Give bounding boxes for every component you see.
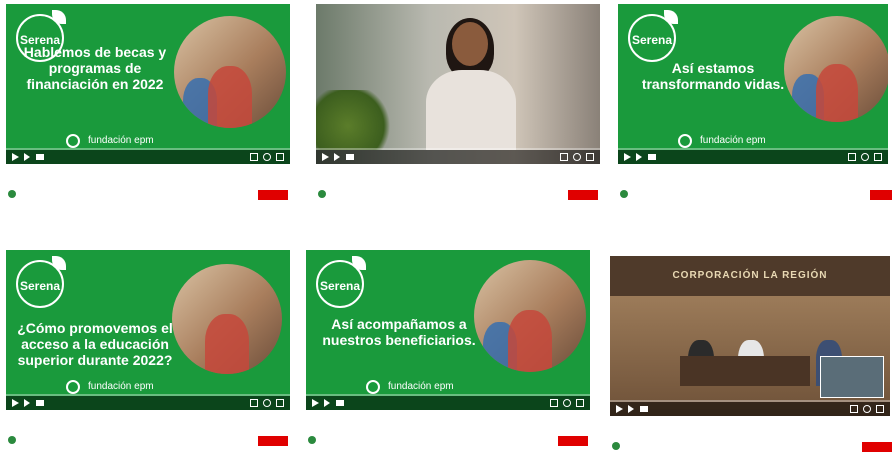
- player-controls: [306, 396, 590, 410]
- subscribe-button[interactable]: [258, 436, 288, 446]
- settings-icon[interactable]: [861, 153, 869, 161]
- subscribe-button[interactable]: [258, 190, 288, 200]
- next-icon[interactable]: [24, 399, 30, 407]
- serena-logo: Serena: [628, 10, 678, 62]
- video-card[interactable]: Serena Así acompañamos a nuestros benefi…: [306, 250, 590, 456]
- channel-avatar[interactable]: [8, 190, 16, 198]
- volume-icon[interactable]: [336, 400, 344, 406]
- volume-icon[interactable]: [36, 400, 44, 406]
- picture-in-picture: [820, 356, 884, 398]
- room-sign: CORPORACIÓN LA REGIÓN: [610, 256, 890, 296]
- next-icon[interactable]: [334, 153, 340, 161]
- video-headline: Así acompañamos a nuestros beneficiarios…: [322, 316, 476, 348]
- subscribe-button[interactable]: [558, 436, 588, 446]
- fullscreen-icon[interactable]: [874, 153, 882, 161]
- play-icon[interactable]: [12, 153, 19, 161]
- speaker-woman: [426, 18, 516, 150]
- video-thumbnail[interactable]: Serena Hablemos de becas y programas de …: [6, 4, 290, 164]
- channel-avatar[interactable]: [308, 436, 316, 444]
- circle-photo: [784, 16, 888, 122]
- fullscreen-icon[interactable]: [586, 153, 594, 161]
- brand-icon: [66, 134, 80, 148]
- video-card[interactable]: CORPORACIÓN LA REGIÓN: [610, 256, 892, 462]
- video-card[interactable]: Serena Así estamos transformando vidas. …: [618, 4, 892, 210]
- circle-photo: [174, 16, 286, 128]
- play-icon[interactable]: [322, 153, 329, 161]
- subscribe-button[interactable]: [870, 190, 892, 200]
- captions-icon[interactable]: [560, 153, 568, 161]
- captions-icon[interactable]: [250, 399, 258, 407]
- fullscreen-icon[interactable]: [576, 399, 584, 407]
- next-icon[interactable]: [628, 405, 634, 413]
- play-icon[interactable]: [624, 153, 631, 161]
- next-icon[interactable]: [324, 399, 330, 407]
- fullscreen-icon[interactable]: [876, 405, 884, 413]
- fullscreen-icon[interactable]: [276, 153, 284, 161]
- captions-icon[interactable]: [250, 153, 258, 161]
- volume-icon[interactable]: [648, 154, 656, 160]
- brand-label: fundación epm: [88, 135, 154, 146]
- volume-icon[interactable]: [640, 406, 648, 412]
- circle-photo: [172, 264, 282, 374]
- channel-avatar[interactable]: [318, 190, 326, 198]
- video-card[interactable]: [316, 4, 600, 210]
- volume-icon[interactable]: [36, 154, 44, 160]
- player-controls: [6, 396, 290, 410]
- video-card[interactable]: Serena Hablemos de becas y programas de …: [6, 4, 290, 210]
- play-icon[interactable]: [312, 399, 319, 407]
- captions-icon[interactable]: [850, 405, 858, 413]
- brand-label: fundación epm: [88, 381, 154, 392]
- play-icon[interactable]: [12, 399, 19, 407]
- brand-icon: [366, 380, 380, 394]
- serena-logo: Serena: [316, 256, 366, 308]
- brand-icon: [66, 380, 80, 394]
- player-controls: [610, 402, 890, 416]
- captions-icon[interactable]: [550, 399, 558, 407]
- settings-icon[interactable]: [573, 153, 581, 161]
- captions-icon[interactable]: [848, 153, 856, 161]
- video-headline: ¿Cómo promovemos el acceso a la educació…: [17, 320, 173, 368]
- settings-icon[interactable]: [263, 153, 271, 161]
- brand-label: fundación epm: [388, 381, 454, 392]
- fullscreen-icon[interactable]: [276, 399, 284, 407]
- subscribe-button[interactable]: [568, 190, 598, 200]
- video-thumbnail[interactable]: CORPORACIÓN LA REGIÓN: [610, 256, 890, 416]
- next-icon[interactable]: [24, 153, 30, 161]
- video-card[interactable]: Serena ¿Cómo promovemos el acceso a la e…: [6, 250, 290, 456]
- video-thumbnail[interactable]: [316, 4, 600, 164]
- video-thumbnail[interactable]: Serena ¿Cómo promovemos el acceso a la e…: [6, 250, 290, 410]
- next-icon[interactable]: [636, 153, 642, 161]
- channel-avatar[interactable]: [8, 436, 16, 444]
- brand-icon: [678, 134, 692, 148]
- settings-icon[interactable]: [563, 399, 571, 407]
- serena-logo: Serena: [16, 256, 66, 308]
- brand-label: fundación epm: [700, 135, 766, 146]
- panel-table: [680, 356, 810, 386]
- channel-avatar[interactable]: [620, 190, 628, 198]
- circle-photo: [474, 260, 586, 372]
- channel-avatar[interactable]: [612, 442, 620, 450]
- settings-icon[interactable]: [263, 399, 271, 407]
- play-icon[interactable]: [616, 405, 623, 413]
- video-headline: Así estamos transformando vidas.: [641, 60, 785, 92]
- video-thumbnail[interactable]: Serena Así acompañamos a nuestros benefi…: [306, 250, 590, 410]
- subscribe-button[interactable]: [862, 442, 892, 452]
- volume-icon[interactable]: [346, 154, 354, 160]
- plants: [316, 90, 396, 150]
- player-controls: [316, 150, 600, 164]
- video-headline: Hablemos de becas y programas de financi…: [23, 44, 167, 92]
- player-controls: [6, 150, 290, 164]
- player-controls: [618, 150, 888, 164]
- video-thumbnail[interactable]: Serena Así estamos transformando vidas. …: [618, 4, 888, 164]
- settings-icon[interactable]: [863, 405, 871, 413]
